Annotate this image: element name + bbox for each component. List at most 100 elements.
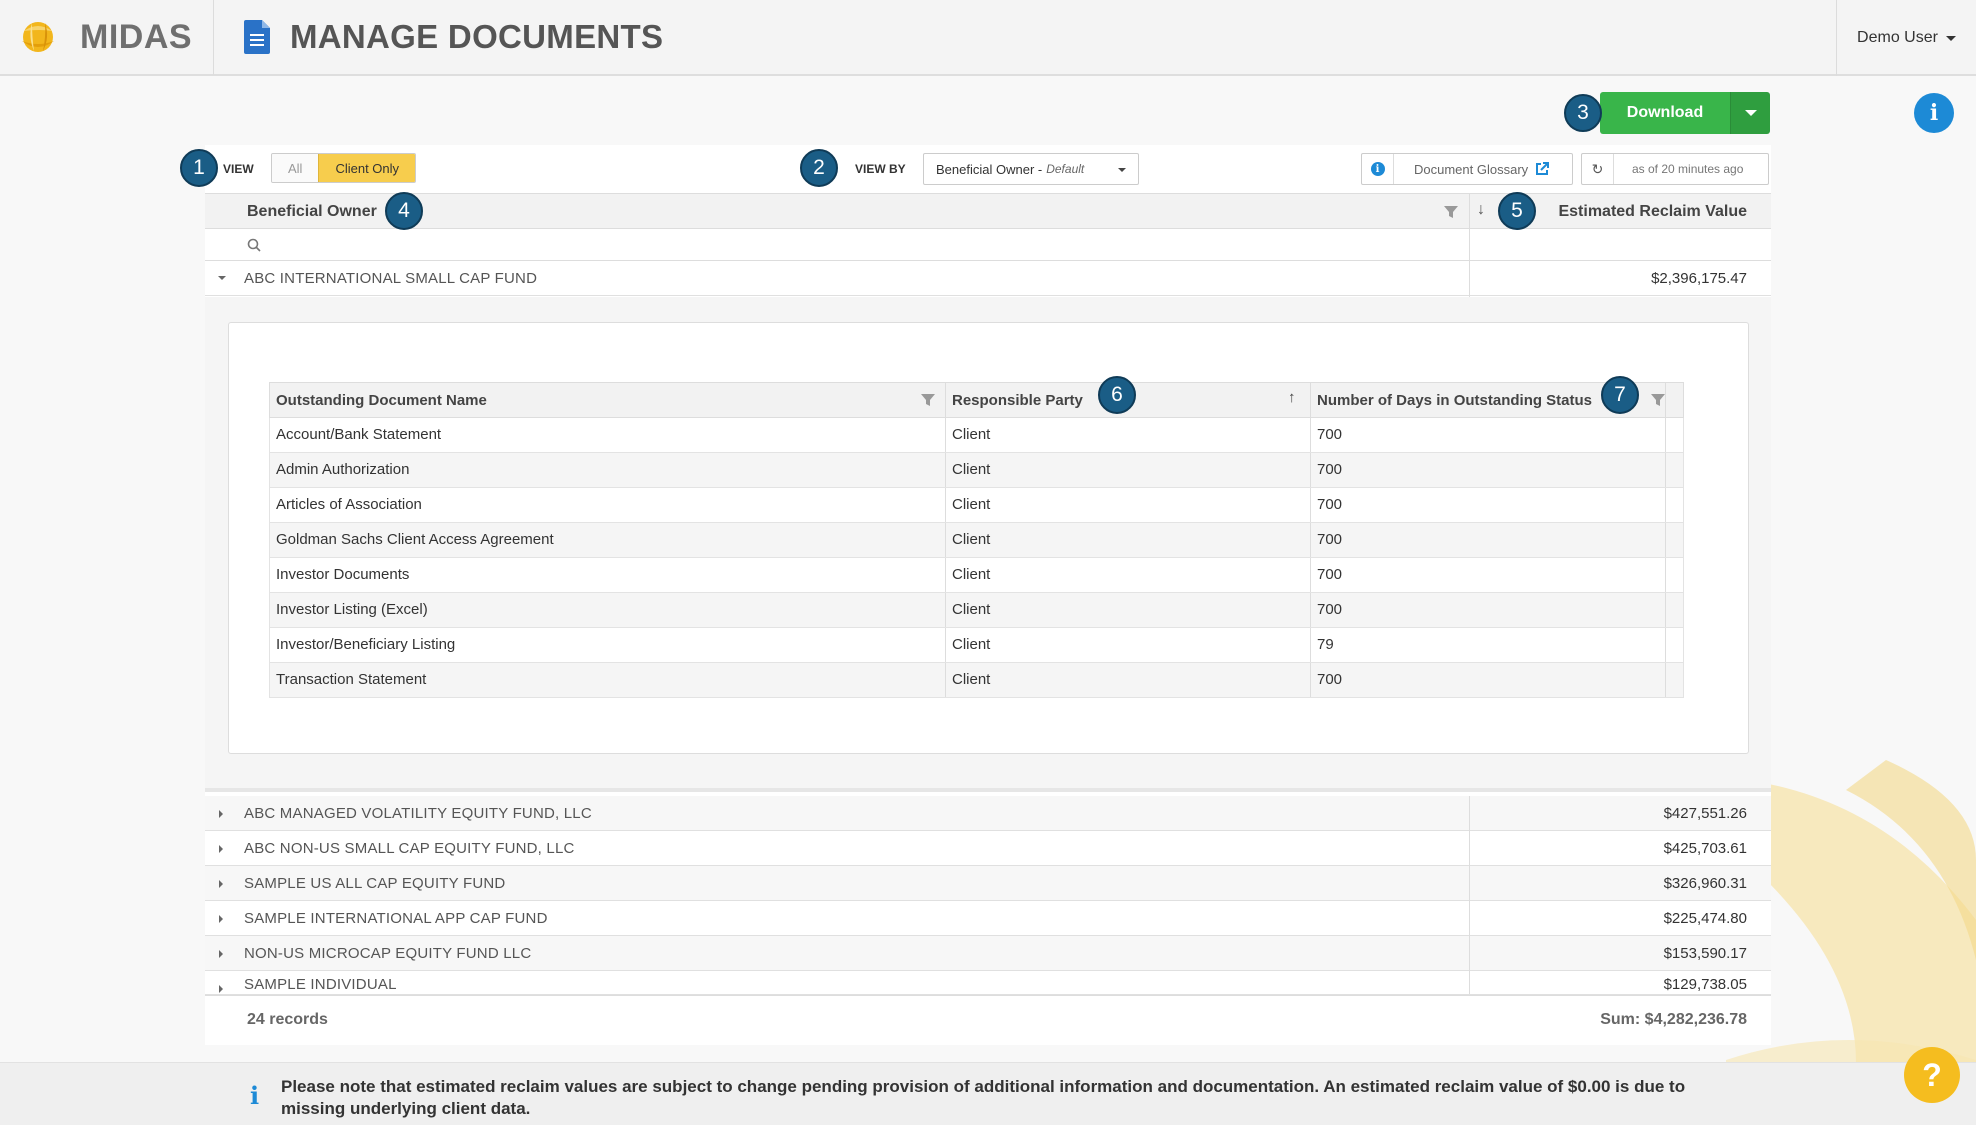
filter-icon[interactable] xyxy=(1443,204,1459,220)
cell-document-name: Investor/Beneficiary Listing xyxy=(276,636,456,653)
cell-days: 700 xyxy=(1317,566,1343,583)
column-header-document-name[interactable]: Outstanding Document Name xyxy=(276,392,487,409)
table-row[interactable]: SAMPLE INDIVIDUAL $129,738.05 xyxy=(205,971,1771,995)
callout-badge-7: 7 xyxy=(1601,376,1639,414)
callout-badge-2: 2 xyxy=(800,149,838,187)
download-button[interactable]: Download xyxy=(1600,92,1730,134)
view-label: VIEW xyxy=(223,162,254,176)
collapse-caret-icon[interactable] xyxy=(218,276,226,280)
search-icon[interactable] xyxy=(247,238,261,252)
download-options-caret[interactable] xyxy=(1730,92,1770,134)
view-option-all[interactable]: All xyxy=(272,154,319,182)
cell-document-name: Investor Listing (Excel) xyxy=(276,601,428,618)
refresh-button[interactable]: ↻ as of 20 minutes ago xyxy=(1581,153,1769,185)
column-header-estimated-reclaim-value[interactable]: Estimated Reclaim Value xyxy=(1558,203,1747,221)
table-row[interactable]: SAMPLE INTERNATIONAL APP CAP FUND $225,4… xyxy=(205,901,1771,936)
cell-responsible-party: Client xyxy=(952,531,991,548)
row-name: ABC NON-US SMALL CAP EQUITY FUND, LLC xyxy=(244,840,575,857)
cell-document-name: Investor Documents xyxy=(276,566,410,583)
row-value: $225,474.80 xyxy=(1663,910,1747,927)
view-option-client-only[interactable]: Client Only xyxy=(318,154,416,182)
column-header-beneficial-owner[interactable]: Beneficial Owner xyxy=(247,203,377,221)
row-value: $2,396,175.47 xyxy=(1651,270,1747,287)
glossary-label: Document Glossary xyxy=(1414,161,1529,177)
grid-footer: 24 records Sum: $4,282,236.78 xyxy=(205,995,1771,1045)
help-button[interactable]: ? xyxy=(1904,1047,1960,1103)
cell-days: 700 xyxy=(1317,601,1343,618)
expand-caret-icon[interactable] xyxy=(219,810,223,818)
filter-row xyxy=(205,229,1771,261)
sort-asc-icon[interactable]: ↑ xyxy=(1288,389,1296,406)
info-icon: i xyxy=(1929,100,1939,126)
cell-document-name: Goldman Sachs Client Access Agreement xyxy=(276,531,554,548)
grid-toolbar: VIEW All Client Only VIEW BY Beneficial … xyxy=(205,145,1771,193)
cell-days: 79 xyxy=(1317,636,1334,653)
table-row[interactable]: NON-US MICROCAP EQUITY FUND LLC $153,590… xyxy=(205,936,1771,971)
cell-days: 700 xyxy=(1317,496,1343,513)
brand[interactable]: MIDAS xyxy=(0,0,214,75)
cell-document-name: Admin Authorization xyxy=(276,461,410,478)
table-row[interactable]: Account/Bank Statement Client 700 xyxy=(269,418,1684,453)
grid-header: Beneficial Owner ↓ Estimated Reclaim Val… xyxy=(205,193,1771,229)
viewby-label: VIEW BY xyxy=(855,162,906,176)
cell-responsible-party: Client xyxy=(952,601,991,618)
column-header-days-outstanding[interactable]: Number of Days in Outstanding Status xyxy=(1317,392,1592,409)
cell-responsible-party: Client xyxy=(952,461,991,478)
cell-responsible-party: Client xyxy=(952,671,991,688)
cell-days: 700 xyxy=(1317,531,1343,548)
table-row[interactable]: SAMPLE US ALL CAP EQUITY FUND $326,960.3… xyxy=(205,866,1771,901)
table-row[interactable]: Articles of Association Client 700 xyxy=(269,488,1684,523)
table-row[interactable]: Goldman Sachs Client Access Agreement Cl… xyxy=(269,523,1684,558)
sort-desc-icon[interactable]: ↓ xyxy=(1477,201,1485,219)
expand-caret-icon[interactable] xyxy=(219,985,223,993)
cell-document-name: Articles of Association xyxy=(276,496,422,513)
column-header-responsible-party[interactable]: Responsible Party xyxy=(952,392,1083,409)
cell-document-name: Transaction Statement xyxy=(276,671,427,688)
page-title: MANAGE DOCUMENTS xyxy=(290,18,664,55)
callout-badge-6: 6 xyxy=(1098,376,1136,414)
chevron-down-icon xyxy=(1945,35,1956,41)
sum-total: Sum: $4,282,236.78 xyxy=(1600,1011,1747,1028)
refresh-timestamp: as of 20 minutes ago xyxy=(1632,162,1744,176)
table-row[interactable]: Transaction Statement Client 700 xyxy=(269,663,1684,698)
expand-caret-icon[interactable] xyxy=(219,880,223,888)
external-link-icon xyxy=(1536,162,1550,175)
user-menu[interactable]: Demo User xyxy=(1836,0,1976,76)
viewby-select[interactable]: Beneficial Owner - Default xyxy=(923,153,1139,185)
cell-responsible-party: Client xyxy=(952,426,991,443)
expand-caret-icon[interactable] xyxy=(219,915,223,923)
expand-caret-icon[interactable] xyxy=(219,950,223,958)
top-bar: MIDAS MANAGE DOCUMENTS Demo User xyxy=(0,0,1976,76)
expand-caret-icon[interactable] xyxy=(219,845,223,853)
table-row[interactable]: ABC NON-US SMALL CAP EQUITY FUND, LLC $4… xyxy=(205,831,1771,866)
user-name: Demo User xyxy=(1857,29,1938,46)
outstanding-documents-table: Outstanding Document Name Responsible Pa… xyxy=(269,382,1684,698)
cell-responsible-party: Client xyxy=(952,496,991,513)
table-row[interactable]: Investor/Beneficiary Listing Client 79 xyxy=(269,628,1684,663)
row-value: $425,703.61 xyxy=(1663,840,1747,857)
filter-icon[interactable] xyxy=(1650,392,1666,408)
download-button-group: Download xyxy=(1600,92,1770,134)
row-name: SAMPLE US ALL CAP EQUITY FUND xyxy=(244,875,506,892)
callout-badge-4: 4 xyxy=(385,192,423,230)
callout-badge-3: 3 xyxy=(1564,94,1602,132)
cell-responsible-party: Client xyxy=(952,566,991,583)
table-row-expanded[interactable]: ABC INTERNATIONAL SMALL CAP FUND $2,396,… xyxy=(205,261,1771,296)
row-name: SAMPLE INTERNATIONAL APP CAP FUND xyxy=(244,910,548,927)
row-name: SAMPLE INDIVIDUAL xyxy=(244,976,397,993)
info-button[interactable]: i xyxy=(1914,93,1954,133)
table-row[interactable]: ABC MANAGED VOLATILITY EQUITY FUND, LLC … xyxy=(205,796,1771,831)
row-value: $153,590.17 xyxy=(1663,945,1747,962)
document-glossary-button[interactable]: i Document Glossary xyxy=(1361,153,1573,185)
table-row[interactable]: Investor Documents Client 700 xyxy=(269,558,1684,593)
view-toggle: All Client Only xyxy=(271,153,417,183)
table-row[interactable]: Admin Authorization Client 700 xyxy=(269,453,1684,488)
filter-icon[interactable] xyxy=(920,392,936,408)
callout-badge-1: 1 xyxy=(180,149,218,187)
cell-days: 700 xyxy=(1317,461,1343,478)
row-value: $129,738.05 xyxy=(1663,976,1747,993)
row-name: NON-US MICROCAP EQUITY FUND LLC xyxy=(244,945,532,962)
table-row[interactable]: Investor Listing (Excel) Client 700 xyxy=(269,593,1684,628)
row-name: ABC MANAGED VOLATILITY EQUITY FUND, LLC xyxy=(244,805,592,822)
cell-responsible-party: Client xyxy=(952,636,991,653)
